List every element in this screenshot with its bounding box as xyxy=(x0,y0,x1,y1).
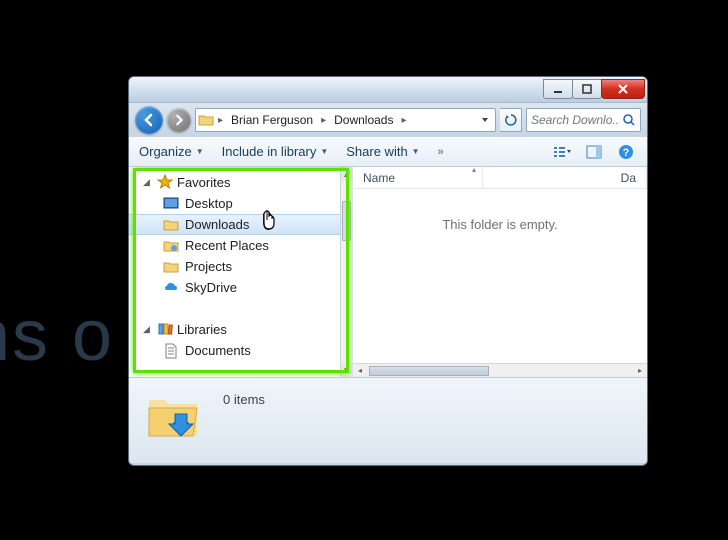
sidebar-item-desktop[interactable]: Desktop xyxy=(129,193,352,214)
organize-label: Organize xyxy=(139,144,192,159)
minimize-icon xyxy=(552,84,564,94)
nav-pane-scrollbar[interactable]: ▲ ▼ xyxy=(340,167,352,377)
close-icon xyxy=(617,84,629,94)
column-header-date[interactable]: Da xyxy=(483,167,647,188)
skydrive-label: SkyDrive xyxy=(185,280,237,295)
scroll-up-icon[interactable]: ▲ xyxy=(341,167,352,181)
refresh-icon xyxy=(504,113,518,127)
folder-large-icon xyxy=(143,386,203,446)
scrollbar-track[interactable] xyxy=(341,181,352,363)
sidebar-item-recent[interactable]: Recent Places xyxy=(129,235,352,256)
libraries-label: Libraries xyxy=(177,322,227,337)
scroll-right-icon[interactable]: ▸ xyxy=(633,364,647,377)
collapse-icon[interactable]: ◢ xyxy=(143,177,153,188)
collapse-icon[interactable]: ◢ xyxy=(143,324,153,335)
address-dropdown[interactable] xyxy=(477,110,493,130)
star-icon xyxy=(157,174,173,190)
chevron-right-icon[interactable]: ▸ xyxy=(216,115,225,126)
sidebar-item-skydrive[interactable]: SkyDrive xyxy=(129,277,352,298)
view-options-button[interactable] xyxy=(551,142,573,162)
name-label: Name xyxy=(363,171,395,185)
explorer-window: ▸ Brian Ferguson ▸ Downloads ▸ Organize … xyxy=(128,76,648,466)
organize-menu[interactable]: Organize ▼ xyxy=(139,144,204,159)
search-box[interactable] xyxy=(526,108,641,132)
share-label: Share with xyxy=(346,144,407,159)
chevron-down-icon: ▼ xyxy=(320,147,328,156)
sidebar-item-documents[interactable]: Documents xyxy=(129,340,352,361)
command-bar: Organize ▼ Include in library ▼ Share wi… xyxy=(129,137,647,167)
preview-pane-icon xyxy=(586,145,602,159)
navigation-bar: ▸ Brian Ferguson ▸ Downloads ▸ xyxy=(129,103,647,137)
documents-label: Documents xyxy=(185,343,251,358)
view-icon xyxy=(553,145,571,159)
folder-icon xyxy=(163,259,179,275)
background-watermark-text: ns o xyxy=(0,295,114,377)
scroll-left-icon[interactable]: ◂ xyxy=(353,364,367,377)
forward-arrow-icon xyxy=(173,114,185,126)
toolbar-overflow[interactable]: » xyxy=(438,146,444,158)
chevron-down-icon: ▼ xyxy=(196,147,204,156)
nav-tree: ◢ Favorites Desktop Downloads Recent P xyxy=(129,167,352,365)
search-input[interactable] xyxy=(531,113,618,127)
scroll-down-icon[interactable]: ▼ xyxy=(341,363,352,377)
folder-icon xyxy=(198,112,214,128)
share-with-menu[interactable]: Share with ▼ xyxy=(346,144,419,159)
item-count: 0 items xyxy=(223,392,265,407)
address-bar[interactable]: ▸ Brian Ferguson ▸ Downloads ▸ xyxy=(195,108,496,132)
include-label: Include in library xyxy=(222,144,317,159)
recent-places-icon xyxy=(163,238,179,254)
sidebar-item-downloads[interactable]: Downloads xyxy=(129,214,352,235)
file-list-pane: Name ▴ Da This folder is empty. ◂ ▸ xyxy=(353,167,647,377)
details-pane: 0 items xyxy=(129,377,647,463)
skydrive-icon xyxy=(163,280,179,296)
favorites-label: Favorites xyxy=(177,175,230,190)
chevron-double-right-icon: » xyxy=(438,146,444,158)
sidebar-item-projects[interactable]: Projects xyxy=(129,256,352,277)
refresh-button[interactable] xyxy=(500,108,522,132)
empty-folder-message: This folder is empty. xyxy=(353,217,647,232)
date-label: Da xyxy=(621,171,636,185)
include-in-library-menu[interactable]: Include in library ▼ xyxy=(222,144,329,159)
sort-ascending-icon: ▴ xyxy=(472,165,476,174)
scrollbar-thumb[interactable] xyxy=(342,201,351,241)
titlebar[interactable] xyxy=(129,77,647,103)
search-icon xyxy=(622,113,636,127)
column-header-name[interactable]: Name ▴ xyxy=(353,167,483,188)
projects-label: Projects xyxy=(185,259,232,274)
scrollbar-thumb[interactable] xyxy=(369,366,489,376)
chevron-down-icon xyxy=(481,116,489,124)
maximize-button[interactable] xyxy=(572,79,602,99)
chevron-right-icon[interactable]: ▸ xyxy=(319,115,328,126)
libraries-group[interactable]: ◢ Libraries xyxy=(129,318,352,340)
recent-label: Recent Places xyxy=(185,238,269,253)
preview-pane-button[interactable] xyxy=(583,142,605,162)
content-area: ◢ Favorites Desktop Downloads Recent P xyxy=(129,167,647,377)
column-headers: Name ▴ Da xyxy=(353,167,647,189)
navigation-pane: ◢ Favorites Desktop Downloads Recent P xyxy=(129,167,353,377)
breadcrumb-user[interactable]: Brian Ferguson xyxy=(227,110,317,130)
breadcrumb-downloads[interactable]: Downloads xyxy=(330,110,397,130)
forward-button[interactable] xyxy=(167,108,191,132)
downloads-label: Downloads xyxy=(185,217,249,232)
chevron-right-icon[interactable]: ▸ xyxy=(399,115,408,126)
minimize-button[interactable] xyxy=(543,79,573,99)
back-button[interactable] xyxy=(135,106,163,134)
chevron-down-icon: ▼ xyxy=(412,147,420,156)
favorites-group[interactable]: ◢ Favorites xyxy=(129,171,352,193)
svg-text:?: ? xyxy=(623,147,630,159)
horizontal-scrollbar[interactable]: ◂ ▸ xyxy=(353,363,647,377)
desktop-label: Desktop xyxy=(185,196,233,211)
maximize-icon xyxy=(581,84,593,94)
desktop-icon xyxy=(163,196,179,212)
downloads-folder-icon xyxy=(163,217,179,233)
back-arrow-icon xyxy=(142,113,156,127)
close-button[interactable] xyxy=(601,79,645,99)
libraries-icon xyxy=(157,321,173,337)
help-icon: ? xyxy=(618,144,634,160)
help-button[interactable]: ? xyxy=(615,142,637,162)
documents-icon xyxy=(163,343,179,359)
